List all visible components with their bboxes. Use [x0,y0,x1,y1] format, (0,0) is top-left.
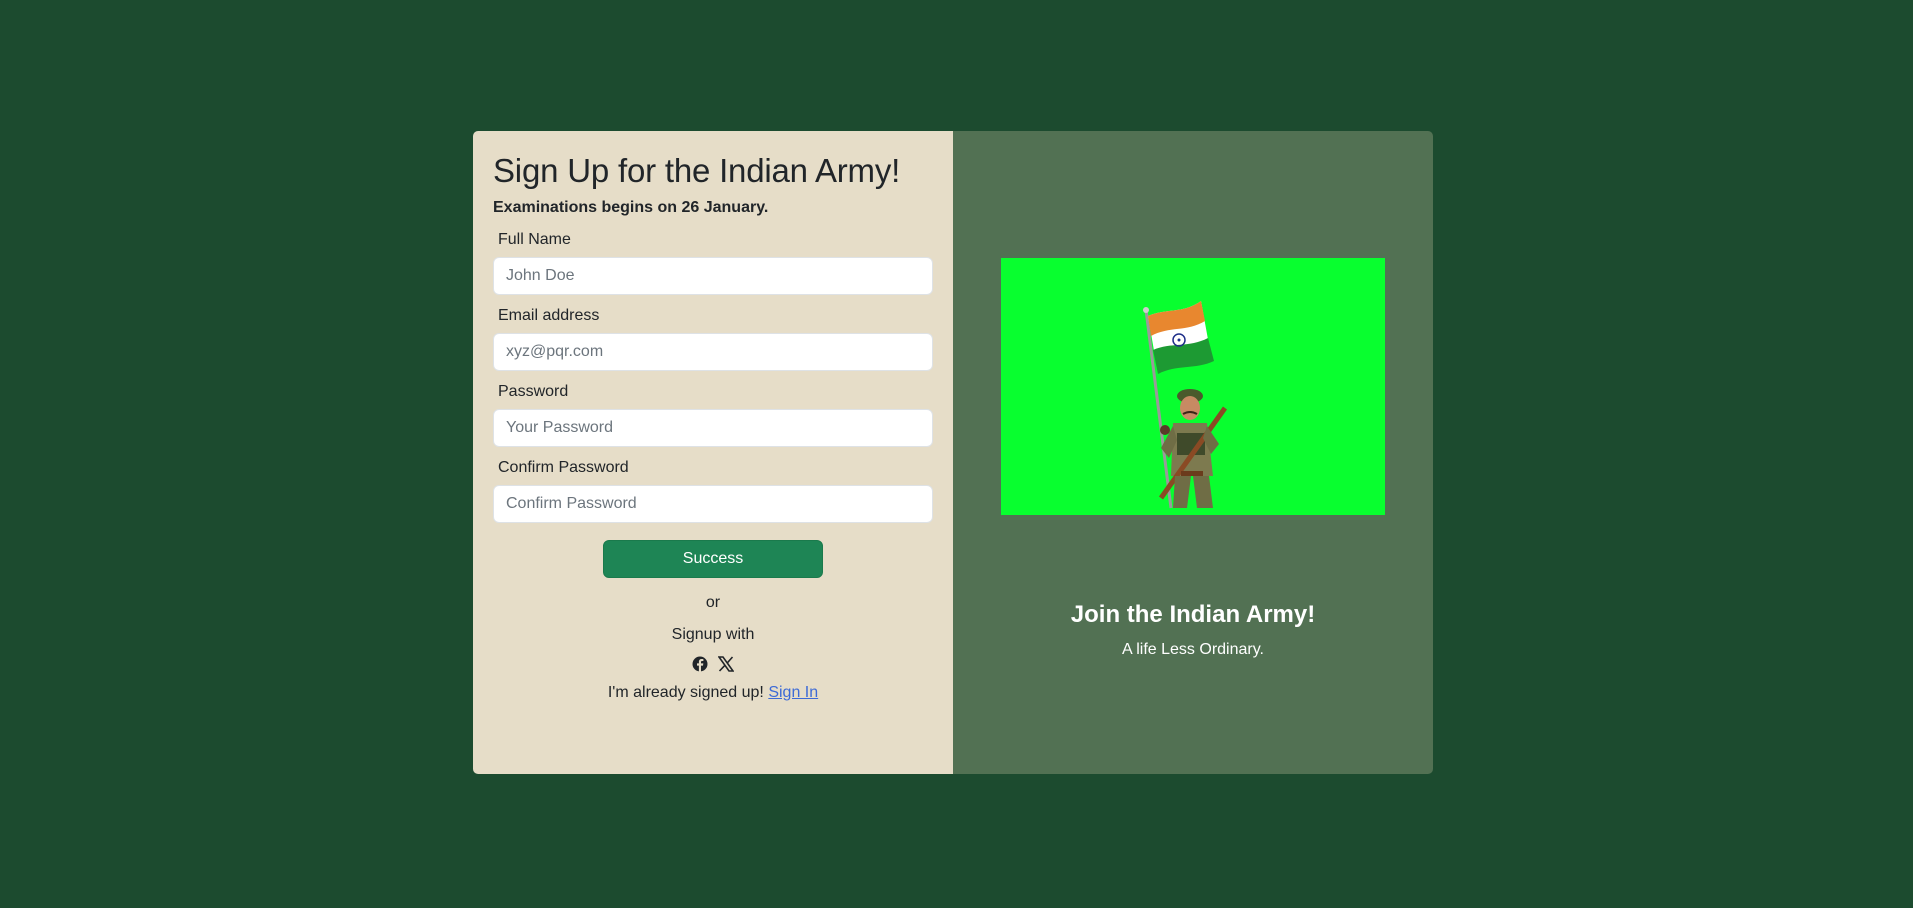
signup-form-panel: Sign Up for the Indian Army! Examination… [473,131,953,774]
signup-with-text: Signup with [671,625,755,643]
or-divider-text: or [705,593,721,611]
social-signup-row [493,655,933,672]
x-icon[interactable] [717,655,735,672]
confirm-password-label: Confirm Password [498,458,629,476]
full-name-label: Full Name [498,230,571,248]
password-input[interactable] [493,408,933,447]
already-signed-up-text: I'm already signed up! [607,683,764,701]
page-title: Sign Up for the Indian Army! [493,152,901,189]
confirm-password-input[interactable] [493,484,933,523]
email-label: Email address [498,306,600,324]
full-name-input[interactable] [493,256,933,295]
promo-tagline: A life Less Ordinary. [1122,641,1264,658]
email-input[interactable] [493,332,933,371]
signup-card: Sign Up for the Indian Army! Examination… [473,131,1433,774]
sign-in-link[interactable]: Sign In [768,684,818,701]
promo-title: Join the Indian Army! [1070,601,1316,628]
exam-date-subtitle: Examinations begins on 26 January. [493,198,769,216]
already-signed-up-row: I'm already signed up! Sign In [493,684,933,702]
facebook-icon[interactable] [692,656,708,672]
soldier-with-flag-image [1001,258,1385,515]
promo-panel: Join the Indian Army! A life Less Ordina… [953,131,1433,774]
password-label: Password [498,382,569,400]
success-button[interactable]: Success [603,539,823,578]
